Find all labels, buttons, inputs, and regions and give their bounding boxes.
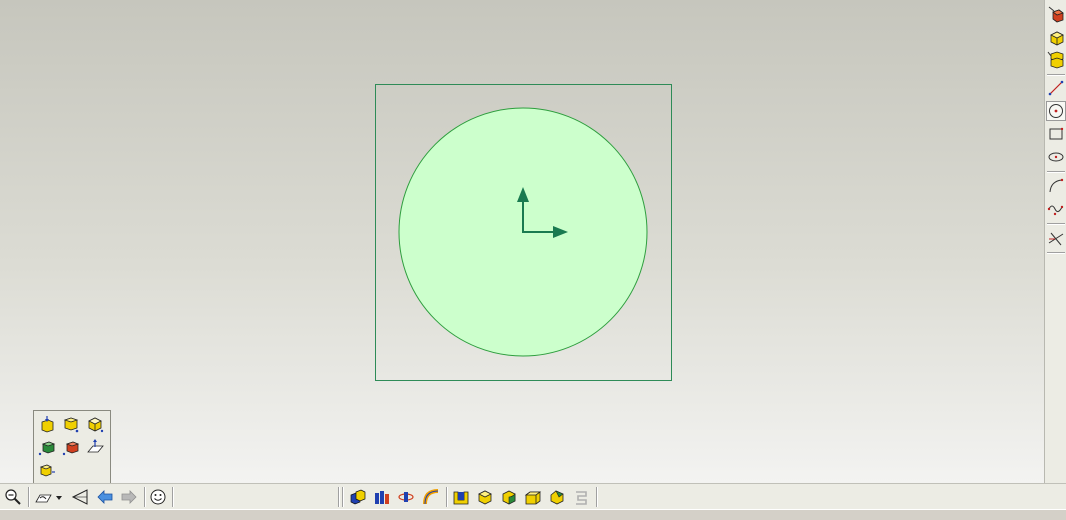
bottom-toolbar	[0, 483, 1066, 510]
rib-icon[interactable]	[421, 487, 441, 507]
view-plane-icon[interactable]	[84, 436, 106, 458]
pad-icon[interactable]	[1046, 27, 1066, 47]
sketch-plane-icon[interactable]	[33, 487, 53, 507]
shaft-icon[interactable]	[396, 487, 416, 507]
spline-icon[interactable]	[1046, 199, 1066, 219]
view-front-icon[interactable]	[60, 413, 82, 435]
smiley-icon[interactable]	[148, 487, 168, 507]
right-toolbar	[1044, 0, 1066, 483]
normal-view-icon[interactable]	[70, 487, 90, 507]
toolbar-separator	[338, 487, 340, 507]
view-palette	[33, 410, 111, 484]
toolbar-separator	[1047, 74, 1065, 76]
box-icon[interactable]	[523, 487, 543, 507]
toolbar-separator	[1047, 252, 1065, 254]
toolbar-separator	[596, 487, 598, 507]
3d-viewport[interactable]	[0, 0, 1044, 483]
boolean-icon[interactable]	[348, 487, 368, 507]
chamfer-icon[interactable]	[547, 487, 567, 507]
dropdown-arrow-icon[interactable]	[53, 487, 65, 507]
pocket-icon[interactable]	[451, 487, 471, 507]
zoom-out-icon[interactable]	[3, 487, 23, 507]
view-top-icon[interactable]	[36, 413, 58, 435]
part-design-icon[interactable]	[1046, 4, 1066, 24]
toolbar-separator	[28, 487, 30, 507]
toolbar-separator	[144, 487, 146, 507]
constraint-icon[interactable]	[1046, 228, 1066, 248]
view-bottom-icon[interactable]	[36, 459, 58, 481]
fillet-icon[interactable]	[499, 487, 519, 507]
toolbar-separator	[342, 487, 344, 507]
toolbar-separator	[446, 487, 448, 507]
circle-icon[interactable]	[1046, 101, 1066, 121]
multi-pad-icon[interactable]	[1046, 50, 1066, 70]
undo-arrow-icon[interactable]	[95, 487, 115, 507]
multi-section-icon[interactable]	[372, 487, 392, 507]
arc-icon[interactable]	[1046, 176, 1066, 196]
view-right-icon[interactable]	[60, 436, 82, 458]
view-iso-icon[interactable]	[84, 413, 106, 435]
pad-solid-icon[interactable]	[475, 487, 495, 507]
rectangle-icon[interactable]	[1046, 124, 1066, 144]
toolbar-separator	[172, 487, 174, 507]
toolbar-separator	[1047, 171, 1065, 173]
toolbar-separator	[1047, 223, 1065, 225]
ellipse-icon[interactable]	[1046, 147, 1066, 167]
line-icon[interactable]	[1046, 78, 1066, 98]
sketch-canvas[interactable]	[0, 0, 1044, 483]
status-bar	[0, 509, 1066, 520]
redo-arrow-icon[interactable]	[119, 487, 139, 507]
view-left-icon[interactable]	[36, 436, 58, 458]
disabled-icon	[571, 487, 591, 507]
